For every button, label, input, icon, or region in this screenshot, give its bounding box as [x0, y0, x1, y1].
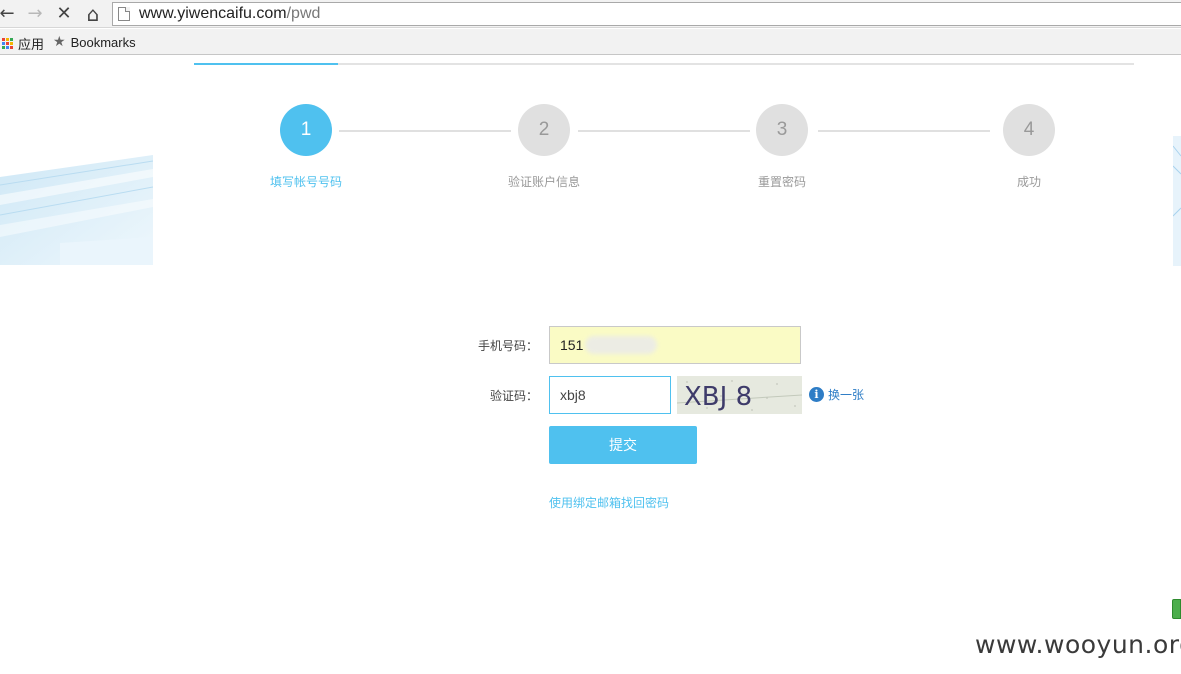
step-1-label: 填写帐号号码: [269, 175, 342, 189]
redaction-blur: [585, 336, 657, 354]
step-2-label: 验证账户信息: [507, 175, 580, 189]
home-icon[interactable]: ⌂: [83, 4, 103, 24]
decorative-banner-right: [1173, 136, 1181, 266]
captcha-text: XBJ 8: [684, 382, 752, 412]
side-widget-tab[interactable]: [1172, 599, 1181, 619]
bookmarks-label: Bookmarks: [70, 34, 136, 50]
info-icon: i: [809, 387, 824, 402]
star-icon: ★: [53, 34, 66, 50]
step-2-circle: 2: [518, 104, 570, 156]
address-bar[interactable]: www.yiwencaifu.com/pwd: [112, 2, 1181, 26]
step-4-circle: 4: [1003, 104, 1055, 156]
url-text[interactable]: www.yiwencaifu.com/pwd: [139, 5, 320, 23]
header-divider-active: [194, 63, 338, 65]
page-icon: [118, 7, 130, 21]
step-1-circle: 1: [280, 104, 332, 156]
step-connector: [818, 130, 990, 132]
browser-toolbar: ← → ✕ ⌂ www.yiwencaifu.com/pwd: [0, 0, 1181, 28]
url-path: /pwd: [286, 5, 321, 22]
step-connector: [339, 130, 511, 132]
step-4-label: 成功: [1016, 175, 1041, 189]
url-host: www.yiwencaifu.com: [139, 5, 287, 22]
captcha-image[interactable]: XBJ 8: [677, 376, 802, 414]
apps-shortcut[interactable]: 应用: [2, 34, 44, 53]
back-arrow-icon[interactable]: ←: [0, 4, 17, 24]
step-connector: [578, 130, 750, 132]
apps-label: 应用: [18, 37, 45, 52]
step-3-label: 重置密码: [757, 175, 806, 189]
captcha-input[interactable]: xbj8: [549, 376, 671, 414]
page-content: 1 2 3 4 填写帐号号码 验证账户信息 重置密码 成功 手机号码： 151 …: [0, 56, 1181, 674]
bookmarks-bar: 应用 ★ Bookmarks: [0, 29, 1181, 55]
decorative-banner-left: [0, 155, 153, 265]
captcha-label: 验证码：: [489, 389, 538, 403]
recover-by-email-link[interactable]: 使用绑定邮箱找回密码: [549, 494, 669, 511]
refresh-captcha-label: 换一张: [828, 388, 865, 402]
step-3-circle: 3: [756, 104, 808, 156]
forward-arrow-icon[interactable]: →: [25, 4, 45, 24]
bookmarks-folder[interactable]: ★ Bookmarks: [53, 34, 136, 50]
phone-label: 手机号码：: [477, 339, 538, 353]
apps-grid-icon: [2, 38, 13, 49]
stop-icon[interactable]: ✕: [54, 4, 74, 24]
watermark: www.wooyun.org: [975, 630, 1181, 659]
submit-button[interactable]: 提交: [549, 426, 697, 464]
refresh-captcha-link[interactable]: i 换一张: [809, 386, 864, 403]
